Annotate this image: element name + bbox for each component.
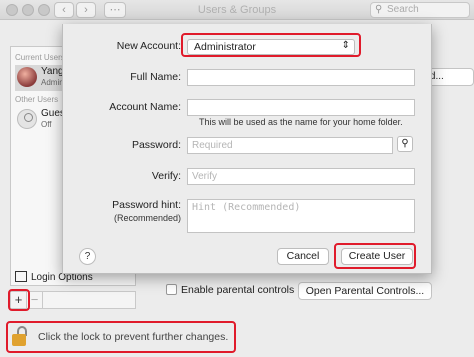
lock-text: Click the lock to prevent further change… — [38, 331, 229, 343]
password-hint-label: Password hint: (Recommended) — [112, 199, 181, 225]
search-placeholder: Search — [387, 4, 419, 15]
lock-icon[interactable] — [12, 326, 28, 346]
add-remove-bar: + − — [10, 291, 136, 309]
account-name-field[interactable] — [187, 99, 415, 116]
password-label: Password: — [131, 139, 181, 151]
current-users-header: Current Users — [15, 53, 65, 62]
avatar — [17, 67, 37, 87]
parental-controls-label: Enable parental controls — [181, 284, 295, 296]
remove-user-button[interactable]: − — [27, 292, 43, 308]
password-hint-field[interactable] — [187, 199, 415, 233]
current-user-role: Admin — [41, 78, 64, 87]
key-icon[interactable]: ⚲ — [397, 136, 413, 152]
help-button[interactable]: ? — [79, 248, 96, 265]
search-icon: ⚲ — [375, 4, 383, 15]
cancel-button[interactable]: Cancel — [277, 248, 329, 265]
account-type-value: Administrator — [194, 41, 256, 53]
search-field[interactable]: ⚲ Search — [370, 2, 470, 18]
create-user-button[interactable]: Create User — [341, 248, 413, 265]
new-account-label: New Account: — [116, 40, 181, 52]
guest-avatar-icon — [17, 109, 37, 129]
house-icon — [15, 271, 27, 282]
full-name-field[interactable] — [187, 69, 415, 86]
account-name-hint: This will be used as the name for your h… — [199, 117, 403, 127]
password-field[interactable] — [187, 137, 393, 154]
password-hint-sublabel: (Recommended) — [113, 213, 181, 223]
chevron-updown-icon: ⇕ — [341, 40, 350, 51]
full-name-label: Full Name: — [130, 71, 181, 83]
guest-user-status: Off — [41, 120, 52, 129]
title-bar: ‹ › ⋯ Users & Groups ⚲ Search — [0, 0, 474, 20]
password-hint-title: Password hint: — [112, 199, 181, 211]
new-account-sheet: New Account: Administrator ⇕ Full Name: … — [62, 24, 432, 274]
current-user-name: Yang — [41, 66, 64, 77]
account-name-label: Account Name: — [109, 101, 181, 113]
parental-controls-checkbox[interactable] — [166, 284, 177, 295]
other-users-header: Other Users — [15, 95, 59, 104]
add-user-button[interactable]: + — [11, 292, 27, 308]
verify-label: Verify: — [151, 170, 181, 182]
account-type-select[interactable]: Administrator ⇕ — [187, 39, 355, 55]
verify-field[interactable] — [187, 168, 415, 185]
lock-row[interactable]: Click the lock to prevent further change… — [6, 322, 234, 352]
enable-parental-controls[interactable]: Enable parental controls — [166, 284, 294, 296]
open-parental-controls-button[interactable]: Open Parental Controls... — [298, 282, 432, 300]
